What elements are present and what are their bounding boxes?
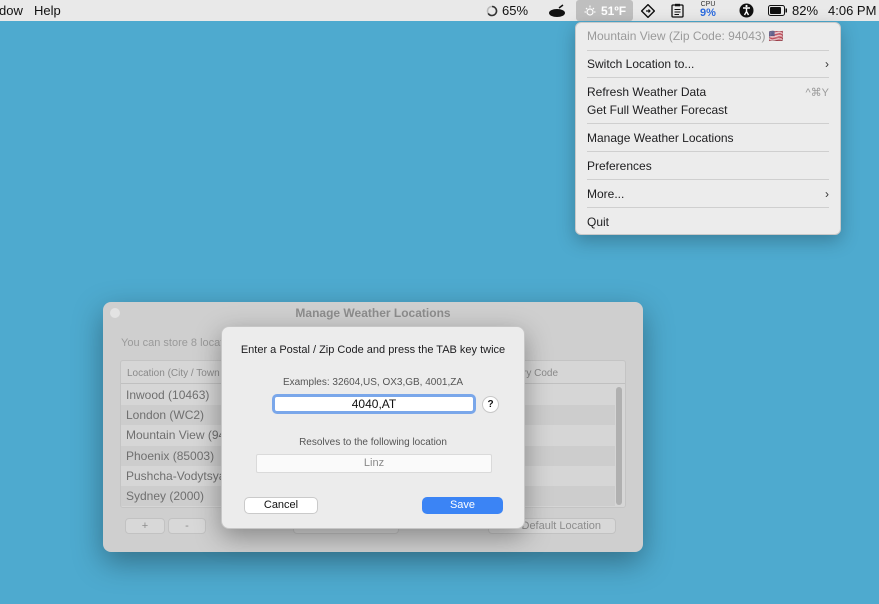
- dish-icon: [549, 3, 565, 17]
- menu-refresh[interactable]: Refresh Weather Data ^⌘Y: [587, 84, 829, 100]
- save-button[interactable]: Save: [422, 497, 503, 514]
- enter-zip-sheet: Enter a Postal / Zip Code and press the …: [221, 326, 525, 529]
- menu-bar: dow Help 65% 51ºF CPU 9% 82% 4:06 PM: [0, 0, 879, 21]
- add-location-button[interactable]: +: [125, 518, 165, 534]
- cpu-status[interactable]: CPU 9%: [697, 1, 719, 20]
- chevron-right-icon: ›: [825, 57, 829, 71]
- column-header-country-code[interactable]: ry Code: [523, 368, 558, 379]
- zip-input[interactable]: [272, 394, 476, 414]
- menu-full-forecast[interactable]: Get Full Weather Forecast: [587, 102, 829, 118]
- menu-refresh-label: Refresh Weather Data: [587, 85, 707, 99]
- battery-ring-status[interactable]: 65%: [486, 0, 528, 21]
- menu-refresh-shortcut: ^⌘Y: [805, 86, 830, 99]
- menu-quit[interactable]: Quit: [587, 214, 829, 230]
- cancel-button[interactable]: Cancel: [244, 497, 318, 514]
- menu-window[interactable]: dow: [0, 3, 23, 18]
- chevron-right-icon: ›: [825, 187, 829, 201]
- sheet-title: Enter a Postal / Zip Code and press the …: [240, 344, 506, 356]
- battery-icon: [768, 5, 787, 16]
- window-title: Manage Weather Locations: [295, 306, 451, 320]
- menu-preferences[interactable]: Preferences: [587, 158, 829, 174]
- menu-separator: [587, 179, 829, 180]
- menu-more[interactable]: More... ›: [587, 186, 829, 202]
- menu-switch-location-label: Switch Location to...: [587, 57, 695, 71]
- menu-separator: [587, 77, 829, 78]
- battery-percent: 82%: [792, 3, 819, 18]
- cpu-value: 9%: [700, 7, 716, 19]
- weather-temp: 51ºF: [600, 3, 627, 18]
- menu-separator: [587, 151, 829, 152]
- remove-location-button[interactable]: -: [168, 518, 206, 534]
- app-menu-icon-status[interactable]: [548, 0, 566, 21]
- weather-status-item[interactable]: 51ºF: [576, 0, 633, 21]
- menu-switch-location[interactable]: Switch Location to... ›: [587, 56, 829, 72]
- weather-dropdown-menu: Mountain View (Zip Code: 94043) 🇺🇸 Switc…: [575, 22, 841, 235]
- zip-examples: Examples: 32604,US, OX3,GB, 4001,ZA: [282, 377, 464, 388]
- menu-separator: [587, 207, 829, 208]
- menu-manage-locations[interactable]: Manage Weather Locations: [587, 130, 829, 146]
- diamond-status[interactable]: [641, 0, 655, 21]
- progress-ring-icon: [486, 5, 498, 16]
- menu-separator: [587, 123, 829, 124]
- clipboard-status[interactable]: [671, 0, 684, 21]
- clock[interactable]: 4:06 PM: [828, 3, 876, 18]
- resolved-location-field: Linz: [256, 454, 492, 473]
- menu-current-location: Mountain View (Zip Code: 94043) 🇺🇸: [587, 29, 784, 43]
- accessibility-icon: [739, 3, 754, 18]
- column-header-location[interactable]: Location (City / Town: [127, 368, 220, 379]
- menu-separator: [587, 50, 829, 51]
- menu-help[interactable]: Help: [34, 3, 61, 18]
- help-button[interactable]: ?: [482, 396, 499, 413]
- sun-icon: [584, 5, 596, 16]
- table-scrollbar[interactable]: [616, 387, 622, 505]
- resolves-label: Resolves to the following location: [299, 437, 447, 448]
- diamond-arrow-icon: [641, 3, 655, 18]
- battery-ring-value: 65%: [502, 3, 529, 18]
- accessibility-status[interactable]: [739, 0, 754, 21]
- battery-status[interactable]: 82%: [768, 0, 818, 21]
- clipboard-icon: [671, 3, 684, 18]
- window-description: You can store 8 locat: [121, 337, 224, 349]
- menu-more-label: More...: [587, 187, 625, 201]
